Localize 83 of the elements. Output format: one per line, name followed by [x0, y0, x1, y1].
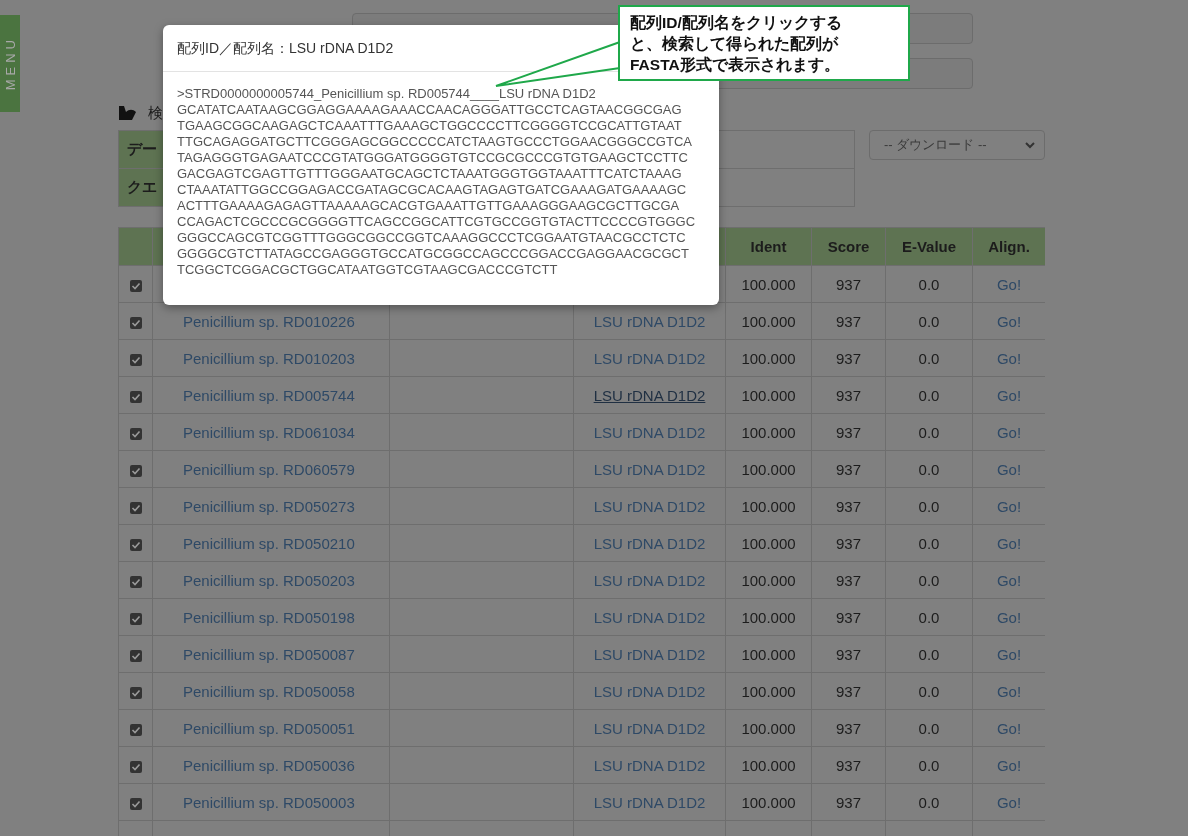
table-cell: 100.000 [725, 450, 812, 488]
align-link[interactable]: Go! [996, 275, 1022, 293]
checkbox[interactable] [129, 760, 142, 773]
table-cell: 100.000 [725, 524, 812, 562]
table-cell: 0.0 [885, 672, 973, 710]
column-header: Ident [725, 227, 812, 266]
table-cell: 937 [811, 339, 886, 377]
checkbox[interactable] [129, 279, 142, 292]
table-cell: 100.000 [725, 783, 812, 821]
column-header: Align. [972, 227, 1045, 266]
checkbox[interactable] [129, 612, 142, 625]
align-link[interactable]: Go! [996, 608, 1022, 626]
table-cell: 100.000 [725, 302, 812, 340]
table-cell: 0.0 [885, 709, 973, 747]
section-heading: 検 [148, 103, 163, 123]
table-cell: 0.0 [885, 635, 973, 673]
table-cell: 937 [811, 598, 886, 636]
table-cell: 937 [811, 672, 886, 710]
align-link[interactable]: Go! [996, 571, 1022, 589]
checkbox[interactable] [129, 723, 142, 736]
align-link[interactable]: Go! [996, 460, 1022, 478]
table-cell: 0.0 [885, 376, 973, 414]
checkbox[interactable] [129, 464, 142, 477]
align-link[interactable]: Go! [996, 534, 1022, 552]
table-cell: 0.0 [885, 265, 973, 303]
checkbox[interactable] [129, 390, 142, 403]
table-cell: 100.000 [725, 265, 812, 303]
table-cell: 0.0 [885, 450, 973, 488]
checkbox[interactable] [129, 686, 142, 699]
align-link[interactable]: Go! [996, 312, 1022, 330]
table-cell: 937 [811, 783, 886, 821]
table-cell: 0.0 [885, 302, 973, 340]
table-cell: 100.000 [725, 339, 812, 377]
table-cell: 0.0 [885, 413, 973, 451]
table-cell: 0.0 [885, 561, 973, 599]
table-cell: 100.000 [725, 376, 812, 414]
table-cell: 0.0 [885, 339, 973, 377]
marker-icon [118, 105, 138, 121]
table-cell: 100.000 [725, 487, 812, 525]
align-link[interactable]: Go! [996, 793, 1022, 811]
table-cell: 100.000 [725, 746, 812, 784]
table-cell: 937 [811, 265, 886, 303]
table-cell: 937 [811, 487, 886, 525]
checkbox[interactable] [129, 797, 142, 810]
align-link[interactable]: Go! [996, 682, 1022, 700]
align-link[interactable]: Go! [996, 645, 1022, 663]
table-cell: 100.000 [725, 561, 812, 599]
table-cell: 937 [811, 413, 886, 451]
checkbox[interactable] [129, 538, 142, 551]
align-link[interactable]: Go! [996, 423, 1022, 441]
menu-tab[interactable]: MENU [0, 15, 20, 112]
table-cell: 0.0 [885, 598, 973, 636]
table-cell: 100.000 [725, 598, 812, 636]
align-link[interactable]: Go! [996, 386, 1022, 404]
align-link[interactable]: Go! [996, 756, 1022, 774]
table-cell: 0.0 [885, 487, 973, 525]
checkbox[interactable] [129, 649, 142, 662]
checkbox[interactable] [129, 575, 142, 588]
align-link[interactable]: Go! [996, 497, 1022, 515]
chevron-icon [1024, 139, 1036, 151]
table-cell: 937 [811, 376, 886, 414]
table-cell: 0.0 [885, 783, 973, 821]
table-cell: 937 [811, 561, 886, 599]
align-link[interactable]: Go! [996, 349, 1022, 367]
table-cell: 937 [811, 450, 886, 488]
column-header: E-Value [885, 227, 973, 266]
column-header: Score [811, 227, 886, 266]
table-cell: 937 [811, 635, 886, 673]
table-cell: 100.000 [725, 635, 812, 673]
table-cell: 0.0 [885, 524, 973, 562]
align-link[interactable]: Go! [996, 719, 1022, 737]
table-cell: 937 [811, 709, 886, 747]
table-cell: 100.000 [725, 709, 812, 747]
table-cell: 100.000 [725, 413, 812, 451]
checkbox[interactable] [129, 501, 142, 514]
checkbox[interactable] [129, 353, 142, 366]
table-cell: 937 [811, 302, 886, 340]
table-cell: 100.000 [725, 672, 812, 710]
checkbox[interactable] [129, 427, 142, 440]
checkbox[interactable] [129, 316, 142, 329]
table-cell: 937 [811, 746, 886, 784]
table-cell: 937 [811, 524, 886, 562]
table-cell: 0.0 [885, 746, 973, 784]
